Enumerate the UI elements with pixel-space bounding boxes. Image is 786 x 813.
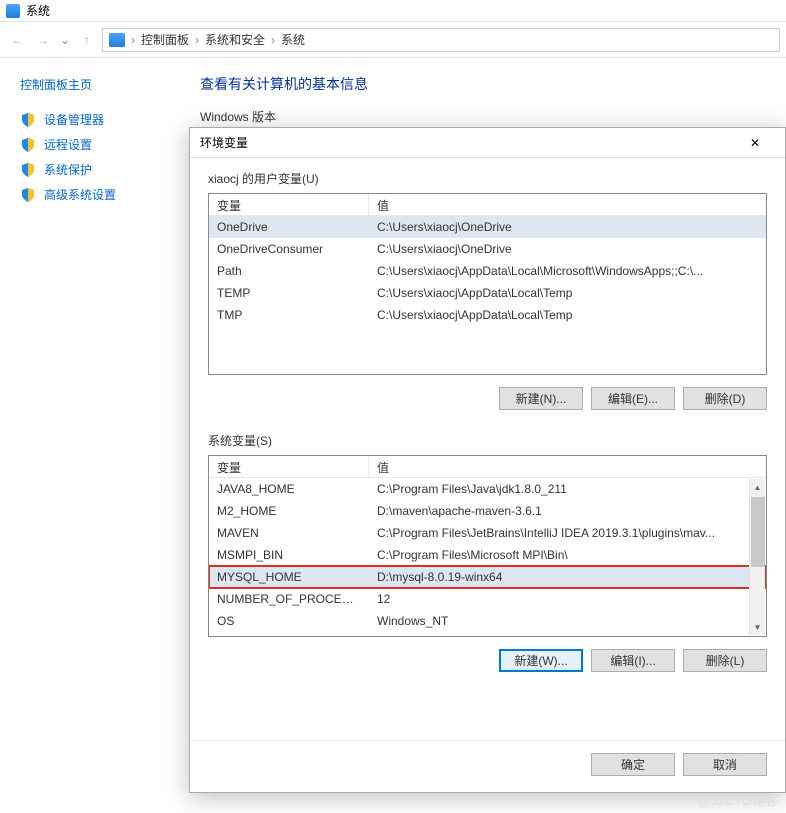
page-heading: 查看有关计算机的基本信息 <box>200 74 766 94</box>
up-button[interactable]: ↑ <box>76 29 98 51</box>
user-new-button[interactable]: 新建(N)... <box>499 387 583 410</box>
cell-variable-name: MAVEN <box>209 524 369 542</box>
table-row[interactable]: NUMBER_OF_PROCESSORS12 <box>209 588 766 610</box>
table-row[interactable]: MYSQL_HOMED:\mysql-8.0.19-winx64 <box>209 566 766 588</box>
sidebar-item-device-manager[interactable]: 设备管理器 <box>20 107 170 132</box>
breadcrumb-item[interactable]: 系统 <box>281 31 305 48</box>
cell-variable-name: TEMP <box>209 284 369 302</box>
forward-button[interactable]: → <box>32 29 54 51</box>
user-edit-button[interactable]: 编辑(E)... <box>591 387 675 410</box>
system-icon <box>109 33 125 47</box>
cell-variable-name: OneDrive <box>209 218 369 236</box>
table-row[interactable]: TEMPC:\Users\xiaocj\AppData\Local\Temp <box>209 282 766 304</box>
user-variables-label: xiaocj 的用户变量(U) <box>208 170 767 187</box>
recent-locations-chevron[interactable]: ⌄ <box>58 33 72 47</box>
cell-variable-value: 12 <box>369 590 766 608</box>
cancel-button[interactable]: 取消 <box>683 753 767 776</box>
cell-variable-value: Windows_NT <box>369 612 766 630</box>
sidebar-item-advanced-system-settings[interactable]: 高级系统设置 <box>20 182 170 207</box>
window-title: 系统 <box>26 2 50 19</box>
cell-variable-value: C:\Users\xiaocj\AppData\Local\Temp <box>369 306 766 324</box>
table-row[interactable]: OneDriveC:\Users\xiaocj\OneDrive <box>209 216 766 238</box>
sidebar-item-label: 远程设置 <box>44 136 92 153</box>
column-header-name[interactable]: 变量 <box>209 456 369 477</box>
system-delete-button[interactable]: 删除(L) <box>683 649 767 672</box>
chevron-right-icon: › <box>131 33 135 47</box>
system-variables-list[interactable]: 变量 值 JAVA8_HOMEC:\Program Files\Java\jdk… <box>208 455 767 637</box>
table-row[interactable]: PathC:\Users\xiaocj\AppData\Local\Micros… <box>209 260 766 282</box>
dialog-footer: 确定 取消 <box>190 740 785 792</box>
table-row[interactable]: OneDriveConsumerC:\Users\xiaocj\OneDrive <box>209 238 766 260</box>
cell-variable-name: OneDriveConsumer <box>209 240 369 258</box>
cell-variable-value: C:\Users\xiaocj\AppData\Local\Temp <box>369 284 766 302</box>
cell-variable-name: Path <box>209 262 369 280</box>
cell-variable-value: C:\Users\xiaocj\AppData\Local\Microsoft\… <box>369 262 766 280</box>
sidebar-item-label: 系统保护 <box>44 161 92 178</box>
user-delete-button[interactable]: 删除(D) <box>683 387 767 410</box>
dialog-titlebar: 环境变量 ✕ <box>190 128 785 158</box>
cell-variable-value: C:\Users\xiaocj\OneDrive <box>369 240 766 258</box>
cell-variable-value: D:\maven\apache-maven-3.6.1 <box>369 502 766 520</box>
column-header-value[interactable]: 值 <box>369 194 766 215</box>
column-header-value[interactable]: 值 <box>369 456 766 477</box>
table-row[interactable]: TMPC:\Users\xiaocj\AppData\Local\Temp <box>209 304 766 326</box>
scroll-down-icon[interactable]: ▼ <box>751 619 765 635</box>
back-button[interactable]: ← <box>6 29 28 51</box>
chevron-right-icon: › <box>195 33 199 47</box>
section-label: Windows 版本 <box>200 108 766 125</box>
cell-variable-name: MYSQL_HOME <box>209 568 369 586</box>
system-variables-group: 系统变量(S) 变量 值 JAVA8_HOMEC:\Program Files\… <box>208 432 767 672</box>
table-row[interactable]: M2_HOMED:\maven\apache-maven-3.6.1 <box>209 500 766 522</box>
cell-variable-value: C:\Program Files\Java\jdk1.8.0_211 <box>369 480 766 498</box>
explorer-navbar: ← → ⌄ ↑ › 控制面板 › 系统和安全 › 系统 <box>0 22 786 58</box>
table-row[interactable]: MAVENC:\Program Files\JetBrains\IntelliJ… <box>209 522 766 544</box>
system-new-button[interactable]: 新建(W)... <box>499 649 583 672</box>
system-edit-button[interactable]: 编辑(I)... <box>591 649 675 672</box>
cell-variable-name: NUMBER_OF_PROCESSORS <box>209 590 369 608</box>
scroll-thumb[interactable] <box>751 497 765 567</box>
address-bar[interactable]: › 控制面板 › 系统和安全 › 系统 <box>102 28 780 52</box>
shield-icon <box>20 137 36 153</box>
watermark: @51CTO博客 <box>697 790 778 809</box>
sidebar-item-label: 设备管理器 <box>44 111 104 128</box>
cell-variable-name: MSMPI_BIN <box>209 546 369 564</box>
close-icon: ✕ <box>750 136 760 150</box>
shield-icon <box>20 187 36 203</box>
scroll-up-icon[interactable]: ▲ <box>751 479 765 495</box>
list-header: 变量 值 <box>209 456 766 478</box>
control-panel-home-link[interactable]: 控制面板主页 <box>20 76 170 93</box>
list-header: 变量 值 <box>209 194 766 216</box>
sidebar-item-label: 高级系统设置 <box>44 186 116 203</box>
shield-icon <box>20 162 36 178</box>
breadcrumb-item[interactable]: 控制面板 <box>141 31 189 48</box>
user-variables-list[interactable]: 变量 值 OneDriveC:\Users\xiaocj\OneDriveOne… <box>208 193 767 375</box>
cell-variable-name: OS <box>209 612 369 630</box>
table-row[interactable]: OSWindows_NT <box>209 610 766 632</box>
system-icon <box>6 4 20 18</box>
chevron-right-icon: › <box>271 33 275 47</box>
close-button[interactable]: ✕ <box>735 128 775 158</box>
cell-variable-value: D:\mysql-8.0.19-winx64 <box>369 568 766 586</box>
cell-variable-value: C:\Users\xiaocj\OneDrive <box>369 218 766 236</box>
cell-variable-name: TMP <box>209 306 369 324</box>
scrollbar[interactable]: ▲ ▼ <box>749 479 765 635</box>
dialog-title: 环境变量 <box>200 134 248 151</box>
sidebar-item-system-protection[interactable]: 系统保护 <box>20 157 170 182</box>
cell-variable-value: C:\Program Files\JetBrains\IntelliJ IDEA… <box>369 524 766 542</box>
cell-variable-name: M2_HOME <box>209 502 369 520</box>
system-variables-label: 系统变量(S) <box>208 432 767 449</box>
cell-variable-name: JAVA8_HOME <box>209 480 369 498</box>
ok-button[interactable]: 确定 <box>591 753 675 776</box>
cell-variable-value: C:\Program Files\Microsoft MPI\Bin\ <box>369 546 766 564</box>
column-header-name[interactable]: 变量 <box>209 194 369 215</box>
table-row[interactable]: JAVA8_HOMEC:\Program Files\Java\jdk1.8.0… <box>209 478 766 500</box>
shield-icon <box>20 112 36 128</box>
window-titlebar: 系统 <box>0 0 786 22</box>
table-row[interactable]: MSMPI_BINC:\Program Files\Microsoft MPI\… <box>209 544 766 566</box>
user-variables-group: xiaocj 的用户变量(U) 变量 值 OneDriveC:\Users\xi… <box>208 170 767 410</box>
sidebar: 控制面板主页 设备管理器 远程设置 系统保护 高级系统设置 <box>0 58 180 207</box>
breadcrumb-item[interactable]: 系统和安全 <box>205 31 265 48</box>
sidebar-item-remote-settings[interactable]: 远程设置 <box>20 132 170 157</box>
environment-variables-dialog: 环境变量 ✕ xiaocj 的用户变量(U) 变量 值 OneDriveC:\U… <box>189 127 786 793</box>
